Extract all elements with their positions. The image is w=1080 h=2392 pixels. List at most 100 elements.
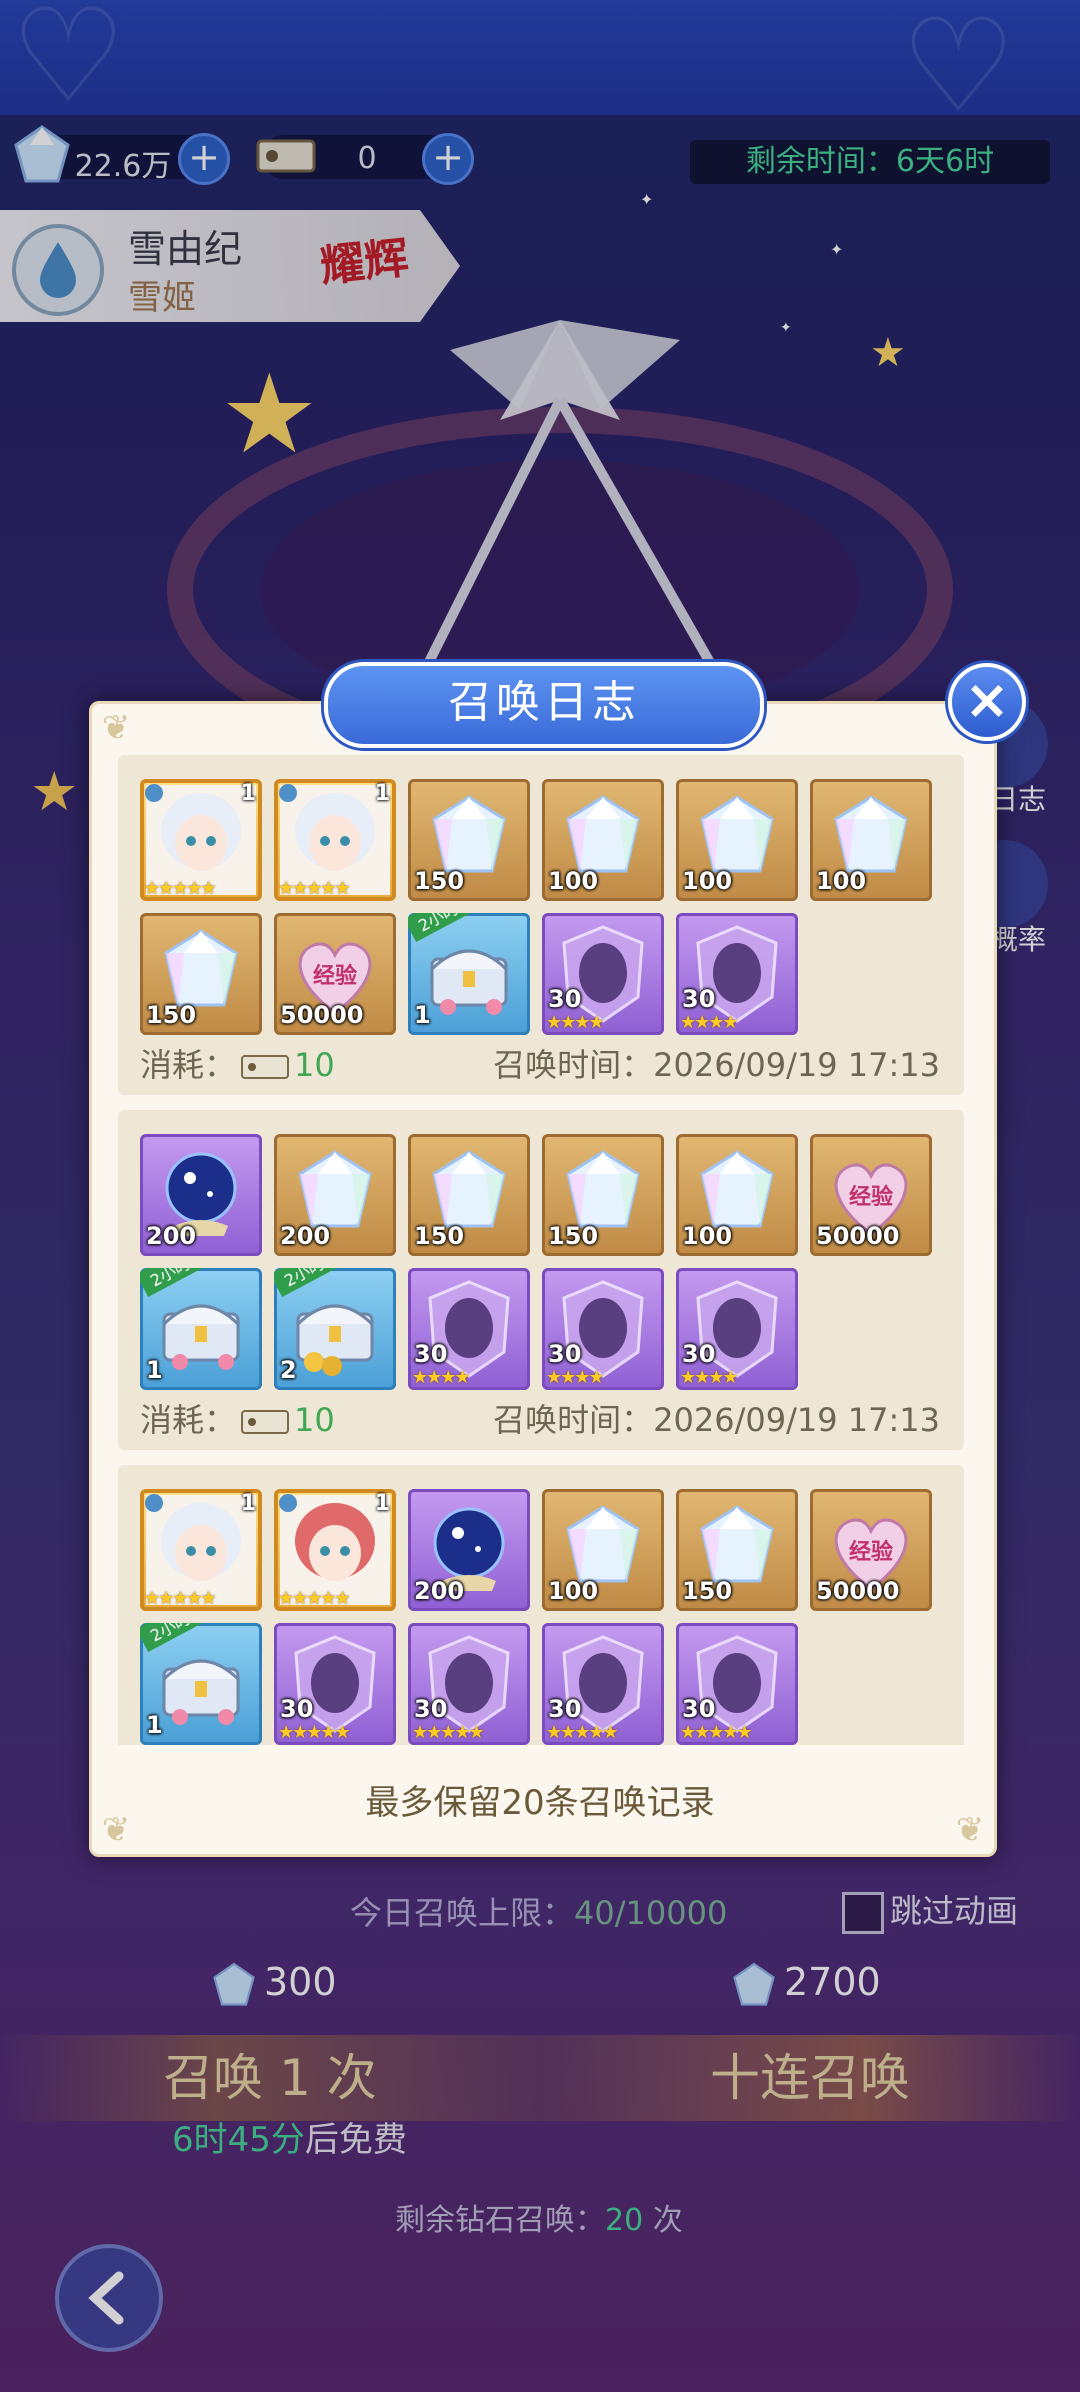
rarity-stars: ★★★★★ xyxy=(144,878,217,899)
reward-tile-shard[interactable]: 30 ★★★★★ xyxy=(542,1623,664,1745)
svg-text:经验: 经验 xyxy=(849,1184,893,1210)
rarity-stars: ★★★★★ xyxy=(144,1588,217,1609)
time-value: 2026/09/19 17:13 xyxy=(653,1046,940,1084)
reward-tile-character[interactable]: 1 ★★★★★ xyxy=(140,1489,262,1611)
quantity-label: 100 xyxy=(682,867,733,895)
close-button[interactable]: × xyxy=(948,663,1026,741)
log-record-2: 200 200 150 150 100 经验 50000 2小时 1 2小时 2 30 ★★★★ 30 ★★… xyxy=(118,1110,964,1450)
reward-tile-character[interactable]: 1 ★★★★★ xyxy=(274,779,396,901)
cost-label: 消耗： xyxy=(140,1401,237,1439)
reward-tile-shard[interactable]: 30 ★★★★ xyxy=(676,913,798,1035)
quantity-label: 30 xyxy=(414,1340,448,1368)
summon-time: 召唤时间：2026/09/19 17:13 xyxy=(493,1395,940,1441)
corner-ornament-icon: ❦ xyxy=(101,708,131,748)
cost-value: 10 xyxy=(294,1401,335,1439)
rarity-stars: ★★★★★ xyxy=(680,1722,753,1743)
quantity-label: 100 xyxy=(816,867,867,895)
reward-tile-diamond[interactable]: 200 xyxy=(274,1134,396,1256)
quantity-label: 30 xyxy=(682,985,716,1013)
quantity-label: 150 xyxy=(414,1222,465,1250)
reward-tile-chest[interactable]: 2小时 1 xyxy=(408,913,530,1035)
close-icon: × xyxy=(964,668,1010,731)
quantity-label: 50000 xyxy=(280,1001,364,1029)
quantity-label: 50000 xyxy=(816,1577,900,1605)
cost-label: 消耗： xyxy=(140,1046,237,1084)
level-label: 1 xyxy=(374,781,390,806)
reward-tile-shard[interactable]: 30 ★★★★★ xyxy=(676,1623,798,1745)
rarity-stars: ★★★★★ xyxy=(278,878,351,899)
quantity-label: 30 xyxy=(548,985,582,1013)
quantity-label: 30 xyxy=(414,1695,448,1723)
quantity-label: 30 xyxy=(548,1340,582,1368)
ticket-icon xyxy=(241,1410,290,1434)
reward-tile-orb[interactable]: 200 xyxy=(408,1489,530,1611)
quantity-label: 30 xyxy=(682,1695,716,1723)
reward-tile-shard[interactable]: 30 ★★★★★ xyxy=(274,1623,396,1745)
reward-tile-shard[interactable]: 30 ★★★★★ xyxy=(408,1623,530,1745)
time-label: 召唤时间： xyxy=(493,1401,654,1439)
level-label: 1 xyxy=(240,1491,256,1516)
reward-tile-shard[interactable]: 30 ★★★★ xyxy=(542,913,664,1035)
log-record-3: 1 ★★★★★ 1 ★★★★★ 200 100 150 经验 50000 2小时 1 30 ★★★★★ 3… xyxy=(118,1465,964,1745)
quantity-label: 50000 xyxy=(816,1222,900,1250)
quantity-label: 1 xyxy=(414,1001,431,1029)
time-label: 召唤时间： xyxy=(493,1046,654,1084)
reward-tile-chest-gold[interactable]: 2小时 2 xyxy=(274,1268,396,1390)
record-meta: 消耗： 10 召唤时间：2026/09/19 17:13 xyxy=(140,1395,940,1441)
quantity-label: 2 xyxy=(280,1356,297,1384)
quantity-label: 100 xyxy=(548,867,599,895)
reward-tile-exp[interactable]: 经验 50000 xyxy=(810,1489,932,1611)
quantity-label: 1 xyxy=(146,1711,163,1739)
rarity-stars: ★★★★★ xyxy=(278,1722,351,1743)
reward-tile-diamond[interactable]: 100 xyxy=(676,779,798,901)
dialog-title: 召唤日志 xyxy=(324,662,764,748)
summon-log-list[interactable]: 1 ★★★★★ 1 ★★★★★ 150 100 100 100 150 经验 50000 2小时 1 30… xyxy=(118,755,964,1745)
reward-tile-diamond[interactable]: 100 xyxy=(542,779,664,901)
reward-tile-diamond[interactable]: 150 xyxy=(676,1489,798,1611)
reward-tile-diamond[interactable]: 100 xyxy=(676,1134,798,1256)
quantity-label: 200 xyxy=(146,1222,197,1250)
quantity-label: 200 xyxy=(280,1222,331,1250)
quantity-label: 200 xyxy=(414,1577,465,1605)
quantity-label: 100 xyxy=(682,1222,733,1250)
svg-text:经验: 经验 xyxy=(313,963,357,989)
reward-tile-character2[interactable]: 1 ★★★★★ xyxy=(274,1489,396,1611)
reward-tile-character[interactable]: 1 ★★★★★ xyxy=(140,779,262,901)
quantity-label: 150 xyxy=(414,867,465,895)
reward-tile-chest[interactable]: 2小时 1 xyxy=(140,1623,262,1745)
reward-tile-diamond[interactable]: 150 xyxy=(542,1134,664,1256)
reward-tile-orb[interactable]: 200 xyxy=(140,1134,262,1256)
reward-tile-exp[interactable]: 经验 50000 xyxy=(274,913,396,1035)
quantity-label: 30 xyxy=(548,1695,582,1723)
reward-tile-diamond[interactable]: 150 xyxy=(408,779,530,901)
rarity-stars: ★★★★ xyxy=(546,1367,605,1388)
quantity-label: 30 xyxy=(280,1695,314,1723)
quantity-label: 150 xyxy=(682,1577,733,1605)
quantity-label: 100 xyxy=(548,1577,599,1605)
svg-text:经验: 经验 xyxy=(849,1539,893,1565)
log-footer-note: 最多保留20条召唤记录 xyxy=(365,1783,715,1823)
ticket-icon xyxy=(241,1055,290,1079)
reward-tile-shard[interactable]: 30 ★★★★ xyxy=(676,1268,798,1390)
cost-value: 10 xyxy=(294,1046,335,1084)
summon-time: 召唤时间：2026/09/19 17:13 xyxy=(493,1040,940,1086)
quantity-label: 150 xyxy=(548,1222,599,1250)
log-record-1: 1 ★★★★★ 1 ★★★★★ 150 100 100 100 150 经验 50000 2小时 1 30… xyxy=(118,755,964,1095)
quantity-label: 30 xyxy=(682,1340,716,1368)
rarity-stars: ★★★★ xyxy=(680,1367,739,1388)
level-label: 1 xyxy=(240,781,256,806)
rarity-stars: ★★★★ xyxy=(412,1367,471,1388)
quantity-label: 1 xyxy=(146,1356,163,1384)
rarity-stars: ★★★★★ xyxy=(278,1588,351,1609)
rarity-stars: ★★★★ xyxy=(546,1012,605,1033)
reward-tile-chest[interactable]: 2小时 1 xyxy=(140,1268,262,1390)
reward-tile-diamond[interactable]: 150 xyxy=(408,1134,530,1256)
time-value: 2026/09/19 17:13 xyxy=(653,1401,940,1439)
rarity-stars: ★★★★★ xyxy=(546,1722,619,1743)
reward-tile-diamond[interactable]: 100 xyxy=(810,779,932,901)
reward-tile-exp[interactable]: 经验 50000 xyxy=(810,1134,932,1256)
reward-tile-shard[interactable]: 30 ★★★★ xyxy=(408,1268,530,1390)
reward-tile-shard[interactable]: 30 ★★★★ xyxy=(542,1268,664,1390)
reward-tile-diamond[interactable]: 100 xyxy=(542,1489,664,1611)
reward-tile-diamond[interactable]: 150 xyxy=(140,913,262,1035)
